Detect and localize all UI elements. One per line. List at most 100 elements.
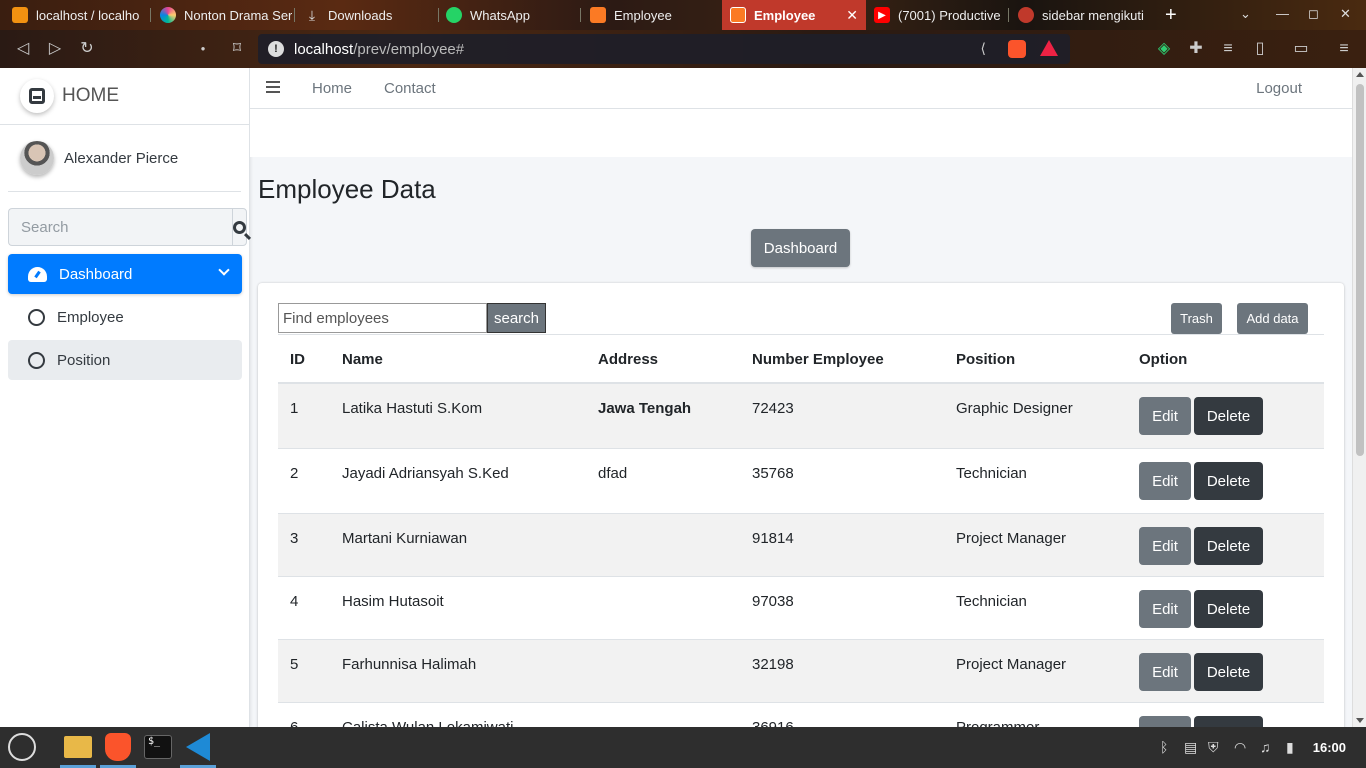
- cell-name: Latika Hastuti S.Kom: [342, 400, 483, 417]
- brave-rewards-icon[interactable]: [1040, 40, 1058, 56]
- nav-link-home[interactable]: Home: [312, 80, 352, 97]
- new-tab-icon[interactable]: +: [1165, 4, 1177, 27]
- edit-button[interactable]: Edit: [1139, 716, 1191, 727]
- brave-browser-icon[interactable]: [102, 731, 134, 763]
- reload-icon[interactable]: ↻: [76, 38, 98, 60]
- page-scrollbar[interactable]: [1352, 68, 1366, 727]
- whatsapp-icon: [446, 7, 462, 23]
- shield-icon[interactable]: ⛨: [1208, 739, 1219, 756]
- tab-title: (7001) Productive: [898, 7, 1001, 23]
- user-panel[interactable]: Alexander Pierce: [8, 125, 241, 192]
- cell-position: Technician: [956, 465, 1027, 482]
- brand-link[interactable]: HOME: [0, 68, 249, 125]
- browser-tab[interactable]: sidebar mengikuti: [1010, 0, 1150, 30]
- logout-link[interactable]: Logout: [1256, 80, 1302, 97]
- sidebar-item-employee[interactable]: Employee: [8, 297, 242, 337]
- forward-icon[interactable]: ▷: [44, 38, 66, 60]
- table-row: 1 Latika Hastuti S.Kom Jawa Tengah 72423…: [278, 384, 1324, 449]
- clock[interactable]: 16:00: [1313, 740, 1346, 755]
- delete-button[interactable]: Delete: [1194, 590, 1263, 628]
- find-employees-input[interactable]: [278, 303, 487, 333]
- dashboard-gauge-icon: [28, 266, 47, 282]
- url-text[interactable]: localhost/prev/employee#: [294, 41, 464, 58]
- hamburger-menu-icon[interactable]: [266, 81, 280, 93]
- close-window-icon[interactable]: ✕: [1340, 6, 1351, 22]
- edit-button[interactable]: Edit: [1139, 462, 1191, 500]
- sidebar-search-input[interactable]: [8, 208, 232, 246]
- cell-position: Technician: [956, 593, 1027, 610]
- sound-icon[interactable]: ♫: [1260, 739, 1271, 755]
- browser-tab[interactable]: WhatsApp: [438, 0, 578, 30]
- address-bar[interactable]: ! localhost/prev/employee# ⟨: [258, 34, 1070, 64]
- tab-search-icon[interactable]: ⌄: [1240, 6, 1251, 22]
- vscode-icon[interactable]: [182, 731, 214, 763]
- maximize-icon[interactable]: ◻: [1308, 6, 1319, 22]
- edit-button[interactable]: Edit: [1139, 527, 1191, 565]
- browser-tab[interactable]: ▶ (7001) Productive: [866, 0, 1006, 30]
- clipboard-icon[interactable]: ▤: [1184, 739, 1197, 756]
- playlist-icon[interactable]: ≡: [1217, 38, 1239, 60]
- browser-tab[interactable]: Employee: [582, 0, 722, 30]
- bluetooth-icon[interactable]: ᛒ: [1160, 739, 1168, 755]
- cell-number: 36916: [752, 719, 794, 727]
- vpn-icon[interactable]: ◈: [1153, 38, 1175, 60]
- extensions-icon[interactable]: ✚: [1185, 38, 1207, 60]
- search-button[interactable]: search: [487, 303, 546, 333]
- edit-button[interactable]: Edit: [1139, 653, 1191, 691]
- scroll-up-icon[interactable]: [1356, 72, 1364, 77]
- search-icon: [233, 220, 246, 234]
- column-header: Position: [956, 351, 1016, 368]
- nav-link-contact[interactable]: Contact: [384, 80, 436, 97]
- browser-tab[interactable]: localhost / localho: [4, 0, 148, 30]
- wifi-icon[interactable]: ◠: [1234, 739, 1246, 756]
- delete-button[interactable]: Delete: [1194, 716, 1263, 727]
- bookmark-icon[interactable]: ⌑: [226, 38, 248, 60]
- file-manager-icon[interactable]: [62, 731, 94, 763]
- browser-tab[interactable]: ⤓ Downloads: [296, 0, 436, 30]
- edit-button[interactable]: Edit: [1139, 397, 1191, 435]
- sidebar-search: [8, 208, 247, 246]
- browser-tab-active[interactable]: Employee ✕: [722, 0, 866, 30]
- site-info-icon[interactable]: !: [268, 41, 284, 57]
- close-tab-icon[interactable]: ✕: [846, 7, 858, 24]
- cell-name: Farhunnisa Halimah: [342, 656, 477, 673]
- sidebar-search-button[interactable]: [232, 208, 247, 246]
- cell-number: 32198: [752, 656, 794, 673]
- scrollbar-thumb[interactable]: [1356, 84, 1364, 456]
- back-icon[interactable]: ◁: [12, 38, 34, 60]
- user-name[interactable]: Alexander Pierce: [64, 150, 178, 167]
- cell-id: 1: [290, 400, 299, 417]
- delete-button[interactable]: Delete: [1194, 527, 1263, 565]
- circle-icon: [28, 308, 45, 326]
- battery-icon[interactable]: ▮: [1286, 739, 1294, 756]
- terminal-icon[interactable]: $_: [142, 731, 174, 763]
- column-header: Address: [598, 351, 659, 368]
- share-icon[interactable]: ⟨: [981, 40, 986, 57]
- mint-menu-icon[interactable]: [6, 731, 38, 763]
- delete-button[interactable]: Delete: [1194, 462, 1263, 500]
- sidebar-item-dashboard[interactable]: Dashboard: [8, 254, 242, 294]
- brave-search-icon: [1018, 7, 1034, 23]
- edit-button[interactable]: Edit: [1139, 590, 1191, 628]
- download-icon: ⤓: [308, 6, 316, 23]
- cell-position: Project Manager: [956, 656, 1067, 673]
- cell-name: Jayadi Adriansyah S.Ked: [342, 465, 509, 482]
- browser-tab[interactable]: Nonton Drama Ser: [152, 0, 292, 30]
- delete-button[interactable]: Delete: [1194, 653, 1263, 691]
- trash-button[interactable]: Trash: [1171, 303, 1222, 334]
- menu-icon[interactable]: ≡: [1333, 38, 1355, 60]
- scroll-down-icon[interactable]: [1356, 718, 1364, 723]
- cell-id: 6: [290, 719, 298, 727]
- wallet-icon[interactable]: ▭: [1290, 38, 1312, 60]
- delete-button[interactable]: Delete: [1194, 397, 1263, 435]
- sidebar-toggle-icon[interactable]: ▯: [1249, 38, 1271, 60]
- brand-logo-icon: [20, 79, 54, 113]
- sidebar-item-position[interactable]: Position: [8, 340, 242, 380]
- brave-shields-icon[interactable]: [1008, 40, 1026, 58]
- minimize-icon[interactable]: —: [1276, 6, 1289, 21]
- dashboard-button[interactable]: Dashboard: [751, 229, 850, 267]
- cell-address: dfad: [598, 465, 628, 482]
- add-data-button[interactable]: Add data: [1237, 303, 1308, 334]
- column-header: ID: [290, 351, 305, 368]
- colorful-site-icon: [160, 7, 176, 23]
